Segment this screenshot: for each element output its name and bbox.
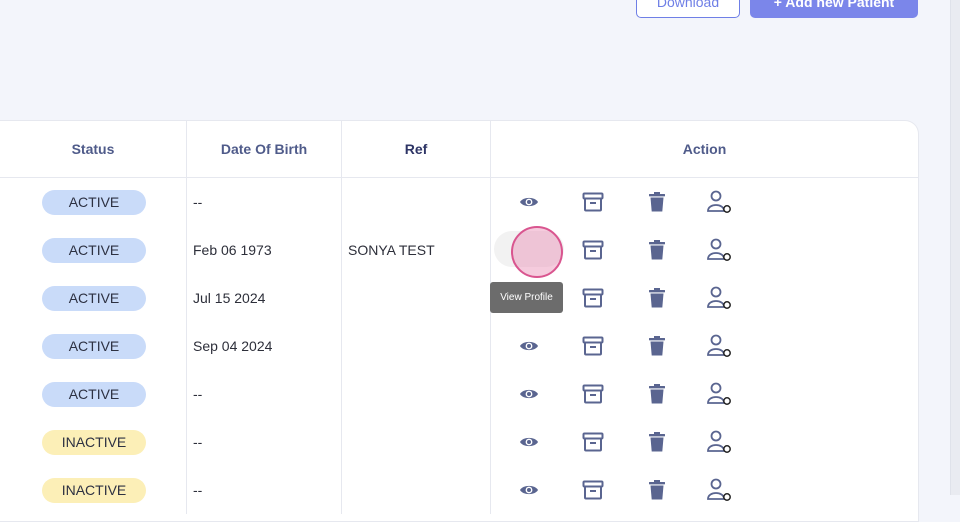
user-assign-icon[interactable] — [706, 428, 734, 456]
ref-text — [342, 434, 348, 450]
status-badge: INACTIVE — [42, 477, 146, 503]
trash-icon[interactable] — [643, 332, 671, 360]
dob-text: Feb 06 1973 — [193, 242, 272, 258]
archive-icon[interactable] — [579, 284, 607, 312]
archive-icon[interactable] — [579, 476, 607, 504]
table-header-row: Status Date Of Birth Ref Action — [0, 121, 918, 178]
trash-icon[interactable] — [643, 476, 671, 504]
user-assign-icon[interactable] — [706, 188, 734, 216]
trash-icon[interactable] — [643, 236, 671, 264]
dob-cell: Sep 04 2024 — [186, 322, 342, 370]
ref-text — [342, 482, 348, 498]
status-badge: ACTIVE — [42, 189, 146, 215]
dob-cell: -- — [186, 466, 342, 514]
ref-text: SONYA TEST — [348, 242, 435, 258]
table-row[interactable]: ACTIVE Sep 04 2024 — [0, 322, 918, 370]
status-badge: INACTIVE — [42, 429, 146, 455]
archive-icon[interactable] — [579, 332, 607, 360]
status-badge: ACTIVE — [42, 381, 146, 407]
click-indicator — [511, 226, 563, 278]
ref-text — [342, 338, 348, 354]
header-ref[interactable]: Ref — [341, 121, 491, 178]
table-row[interactable]: ACTIVE -- — [0, 370, 918, 418]
eye-icon[interactable] — [515, 332, 543, 360]
status-cell: ACTIVE — [0, 322, 187, 370]
status-badge: ACTIVE — [42, 333, 146, 359]
ref-text — [342, 386, 348, 402]
trash-icon[interactable] — [643, 188, 671, 216]
ref-cell — [341, 177, 491, 226]
ref-cell — [341, 322, 491, 370]
user-assign-icon[interactable] — [706, 332, 734, 360]
archive-icon[interactable] — [579, 236, 607, 264]
status-badge: ACTIVE — [42, 285, 146, 311]
action-cell — [491, 418, 919, 466]
status-cell: INACTIVE — [0, 466, 187, 514]
header-date-of-birth[interactable]: Date Of Birth — [186, 121, 342, 178]
page-scrollbar[interactable] — [950, 0, 960, 495]
dob-cell: Jul 15 2024 — [186, 274, 342, 322]
archive-icon[interactable] — [579, 428, 607, 456]
table-row[interactable]: ACTIVE Jul 15 2024 — [0, 274, 918, 322]
trash-icon[interactable] — [643, 380, 671, 408]
user-assign-icon[interactable] — [706, 380, 734, 408]
header-action: Action — [490, 121, 918, 178]
ref-cell — [341, 370, 491, 418]
add-patient-button[interactable]: + Add new Patient — [750, 0, 918, 18]
action-cell — [491, 178, 919, 227]
eye-icon[interactable] — [515, 380, 543, 408]
archive-icon[interactable] — [579, 380, 607, 408]
view-profile-tooltip: View Profile — [490, 282, 563, 313]
user-assign-icon[interactable] — [706, 236, 734, 264]
user-assign-icon[interactable] — [706, 284, 734, 312]
ref-text — [342, 290, 348, 306]
ref-cell — [341, 466, 491, 514]
archive-icon[interactable] — [579, 188, 607, 216]
table-row[interactable]: ACTIVE Feb 06 1973 SONYA TEST — [0, 226, 918, 274]
dob-cell: Feb 06 1973 — [186, 226, 342, 274]
table-row[interactable]: INACTIVE -- — [0, 418, 918, 466]
dob-cell: -- — [186, 370, 342, 418]
status-cell: ACTIVE — [0, 370, 187, 418]
dob-text: -- — [193, 434, 203, 450]
patients-table-card: Status Date Of Birth Ref Action ACTIVE --… — [0, 120, 919, 522]
dob-cell: -- — [186, 177, 342, 226]
status-cell: INACTIVE — [0, 418, 187, 466]
action-cell — [491, 370, 919, 418]
eye-icon[interactable] — [515, 476, 543, 504]
dob-text: -- — [193, 482, 203, 498]
dob-text: -- — [193, 386, 203, 402]
status-cell: ACTIVE — [0, 274, 187, 322]
dob-text: Sep 04 2024 — [193, 338, 273, 354]
dob-text: Jul 15 2024 — [193, 290, 266, 306]
status-badge: ACTIVE — [42, 237, 146, 263]
ref-text — [342, 194, 348, 210]
ref-cell — [341, 274, 491, 322]
action-cell — [491, 322, 919, 370]
table-row[interactable]: INACTIVE -- — [0, 466, 918, 514]
user-assign-icon[interactable] — [706, 476, 734, 504]
trash-icon[interactable] — [643, 428, 671, 456]
header-status[interactable]: Status — [0, 121, 187, 178]
status-cell: ACTIVE — [0, 177, 187, 226]
ref-cell — [341, 418, 491, 466]
ref-cell: SONYA TEST — [341, 226, 491, 274]
eye-icon[interactable] — [515, 428, 543, 456]
action-cell — [491, 466, 919, 514]
table-row[interactable]: ACTIVE -- — [0, 177, 919, 227]
patients-table: Status Date Of Birth Ref Action ACTIVE --… — [0, 121, 918, 514]
dob-cell: -- — [186, 418, 342, 466]
eye-icon[interactable] — [515, 188, 543, 216]
download-button[interactable]: Download — [636, 0, 740, 18]
status-cell: ACTIVE — [0, 226, 187, 274]
dob-text: -- — [193, 194, 203, 210]
trash-icon[interactable] — [643, 284, 671, 312]
